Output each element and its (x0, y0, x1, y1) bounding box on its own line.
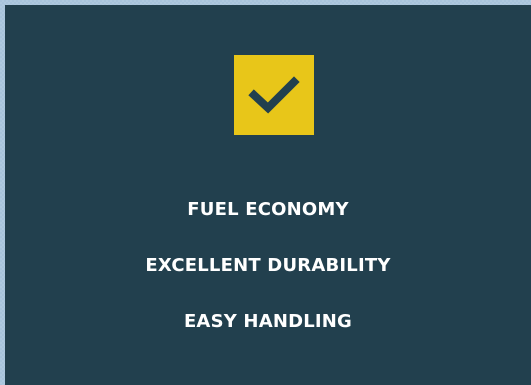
feature-item-excellent-durability: EXCELLENT DURABILITY (145, 255, 391, 276)
feature-item-easy-handling: EASY HANDLING (183, 311, 353, 332)
checkmark-icon (248, 76, 300, 114)
check-badge (234, 55, 314, 135)
feature-list: FUEL ECONOMY EXCELLENT DURABILITY EASY H… (5, 193, 531, 361)
feature-card: FUEL ECONOMY EXCELLENT DURABILITY EASY H… (5, 5, 531, 385)
feature-item-fuel-economy: FUEL ECONOMY (187, 199, 349, 220)
